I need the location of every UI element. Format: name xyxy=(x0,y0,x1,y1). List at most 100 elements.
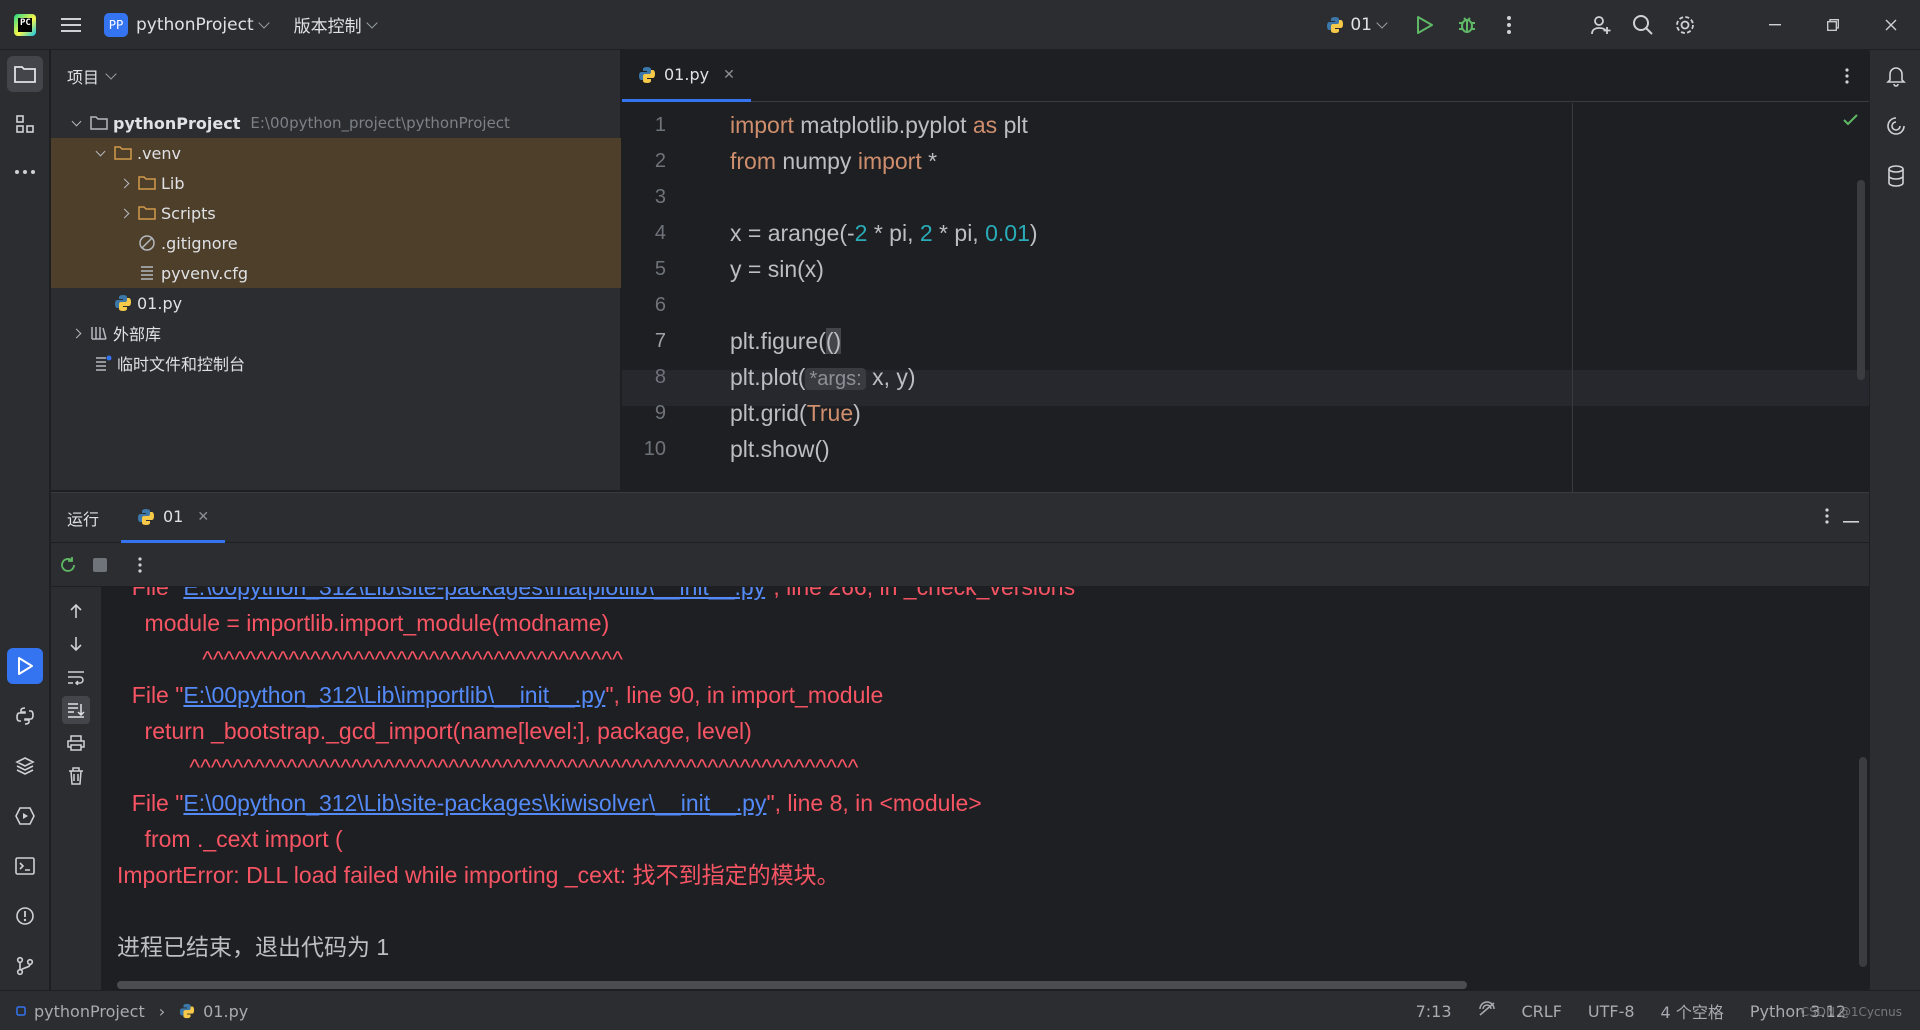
tree-item-label: Scripts xyxy=(161,203,216,223)
ai-status-button[interactable] xyxy=(1478,1001,1496,1021)
hide-panel-button[interactable] xyxy=(1843,508,1859,528)
main-menu-button[interactable] xyxy=(50,0,92,50)
project-badge[interactable]: PP xyxy=(104,12,128,37)
console-output[interactable]: File "E:\00python_312\Lib\site-packages\… xyxy=(101,587,1869,991)
file-encoding[interactable]: UTF-8 xyxy=(1588,1002,1635,1021)
folder-icon xyxy=(137,173,157,193)
output-line: from ._cext import ( xyxy=(119,826,343,852)
python-packages-button[interactable] xyxy=(7,748,43,784)
python-console-button[interactable] xyxy=(7,698,43,734)
arrow-down-icon xyxy=(70,637,82,652)
chevron-right-icon xyxy=(119,178,129,188)
soft-wrap-button[interactable] xyxy=(62,663,90,691)
hamburger-icon xyxy=(61,17,81,32)
run-button[interactable] xyxy=(1404,0,1446,50)
more-vertical-icon xyxy=(1507,16,1511,34)
console-horizontal-scrollbar[interactable] xyxy=(117,981,1467,989)
code-with-me-button[interactable] xyxy=(1580,0,1622,50)
printer-icon xyxy=(67,735,85,751)
debug-button[interactable] xyxy=(1446,0,1488,50)
git-button[interactable] xyxy=(7,948,43,984)
line-number: 8 xyxy=(654,366,666,388)
more-tools-button[interactable] xyxy=(7,154,43,190)
tree-item-external-libraries[interactable]: 外部库 xyxy=(51,318,621,348)
structure-tool-button[interactable] xyxy=(7,106,43,142)
ai-spiral-icon xyxy=(1887,117,1905,135)
tree-item-lib[interactable]: Lib xyxy=(51,168,621,198)
tree-item-scratches[interactable]: 临时文件和控制台 xyxy=(51,348,621,378)
console-vertical-scrollbar[interactable] xyxy=(1859,757,1867,967)
line-number: 9 xyxy=(654,402,666,424)
line-number: 3 xyxy=(654,186,666,208)
notifications-button[interactable] xyxy=(1878,58,1914,94)
scroll-up-button[interactable] xyxy=(62,597,90,625)
search-everywhere-button[interactable] xyxy=(1622,0,1664,50)
run-config-selector[interactable]: 01 xyxy=(1326,15,1388,35)
editor-tab-options-button[interactable] xyxy=(1837,64,1857,88)
import-error-line: ImportError: DLL load failed while impor… xyxy=(117,862,840,888)
indent-setting[interactable]: 4 个空格 xyxy=(1661,999,1724,1023)
run-panel-options-button[interactable] xyxy=(1825,507,1829,529)
chevron-right-icon xyxy=(71,328,81,338)
close-tab-icon[interactable]: ✕ xyxy=(197,509,209,525)
traceback-link[interactable]: E:\00python_312\Lib\importlib\__init__.p… xyxy=(183,682,605,708)
run-panel-header: 运行 01 ✕ xyxy=(51,493,1869,543)
clear-all-button[interactable] xyxy=(62,762,90,790)
database-button[interactable] xyxy=(1878,158,1914,194)
python-icon xyxy=(1327,17,1344,33)
rerun-button[interactable] xyxy=(54,551,82,579)
close-tab-icon[interactable]: ✕ xyxy=(723,67,735,83)
scroll-down-button[interactable] xyxy=(62,630,90,658)
chevron-down-icon xyxy=(71,116,81,126)
line-number: 4 xyxy=(654,222,666,244)
chevron-down-icon xyxy=(257,16,270,29)
run-tool-button[interactable] xyxy=(7,648,43,684)
restore-button[interactable] xyxy=(1804,0,1862,50)
breadcrumb-project[interactable]: pythonProject xyxy=(34,1002,145,1021)
tree-item-01-py[interactable]: 01.py xyxy=(51,288,621,318)
problems-button[interactable] xyxy=(7,898,43,934)
vcs-menu[interactable]: 版本控制 xyxy=(294,12,378,37)
terminal-button[interactable] xyxy=(7,848,43,884)
code-line-8: plt.plot(*args: x, y) xyxy=(730,364,916,390)
tree-item-label: .gitignore xyxy=(161,233,238,253)
scroll-to-end-button[interactable] xyxy=(62,696,90,724)
tree-item-pyvenv[interactable]: pyvenv.cfg xyxy=(51,258,621,288)
output-line: File "E:\00python_312\Lib\importlib\__in… xyxy=(119,682,884,708)
project-panel-header[interactable]: 项目 xyxy=(51,50,620,102)
print-button[interactable] xyxy=(62,729,90,757)
code-area[interactable]: import matplotlib.pyplot as plt from num… xyxy=(730,103,1860,513)
tree-item-venv[interactable]: .venv xyxy=(51,138,621,168)
project-switcher[interactable]: pythonProject xyxy=(136,15,270,35)
project-panel-title: 项目 xyxy=(67,68,100,87)
ai-assistant-button[interactable] xyxy=(1878,108,1914,144)
breadcrumb-file[interactable]: 01.py xyxy=(203,1002,248,1021)
run-tab-01[interactable]: 01 ✕ xyxy=(121,493,226,543)
inspection-ok-icon[interactable] xyxy=(1843,112,1859,132)
editor-tab-01-py[interactable]: 01.py ✕ xyxy=(622,50,751,102)
project-tool-button[interactable] xyxy=(7,56,43,92)
run-toolbar xyxy=(51,543,1869,587)
console-side-toolbar xyxy=(51,587,101,991)
more-horizontal-icon xyxy=(15,170,35,174)
services-button[interactable] xyxy=(7,798,43,834)
tree-item-project-root[interactable]: pythonProject E:\00python_project\python… xyxy=(51,108,621,138)
traceback-link[interactable]: E:\00python_312\Lib\site-packages\kiwiso… xyxy=(183,790,766,816)
close-window-button[interactable] xyxy=(1862,0,1920,50)
run-toolbar-more-button[interactable] xyxy=(126,551,154,579)
line-separator[interactable]: CRLF xyxy=(1522,1002,1562,1021)
bug-icon xyxy=(1459,17,1475,33)
module-icon xyxy=(16,1006,26,1016)
tree-item-label: 01.py xyxy=(137,293,183,313)
pycharm-logo-icon[interactable]: PC xyxy=(0,0,50,50)
minimize-button[interactable] xyxy=(1746,0,1804,50)
settings-button[interactable] xyxy=(1664,0,1706,50)
caret-position[interactable]: 7:13 xyxy=(1416,1002,1452,1021)
tree-item-scripts[interactable]: Scripts xyxy=(51,198,621,228)
stop-button[interactable] xyxy=(86,551,114,579)
tree-item-gitignore[interactable]: .gitignore xyxy=(51,228,621,258)
more-actions-button[interactable] xyxy=(1488,0,1530,50)
editor-scrollbar[interactable] xyxy=(1857,180,1865,380)
traceback-link[interactable]: E:\00python_312\Lib\site-packages\matplo… xyxy=(183,587,765,600)
watermark: CSDN @1Cycnus xyxy=(1800,1005,1902,1019)
